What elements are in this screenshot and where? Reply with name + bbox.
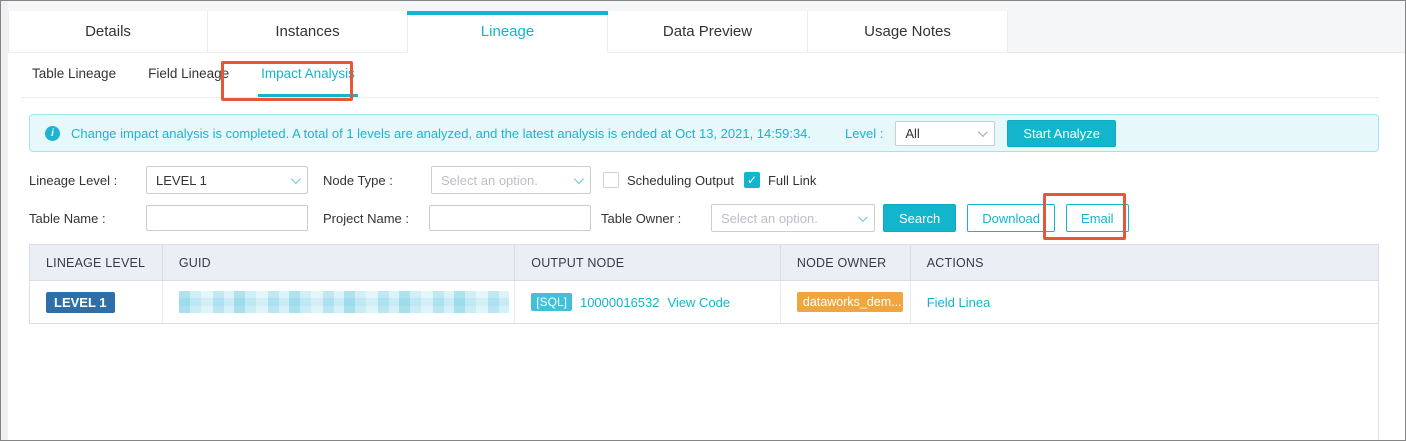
subtab-table-lineage[interactable]: Table Lineage	[29, 53, 119, 97]
full-link-checkbox[interactable]	[744, 172, 760, 188]
subtab-impact-analysis-label: Impact Analysis	[261, 66, 355, 81]
start-analyze-button[interactable]: Start Analyze	[1007, 120, 1116, 147]
scheduling-output-label: Scheduling Output	[627, 173, 734, 188]
cell-node-owner: dataworks_dem...	[780, 281, 910, 323]
cell-guid	[162, 281, 514, 323]
field-lineage-link[interactable]: Field Linea	[927, 295, 991, 310]
cell-output-node: [SQL] 10000016532 View Code	[514, 281, 780, 323]
table-owner-placeholder: Select an option.	[721, 211, 818, 226]
node-type-label: Node Type :	[323, 173, 416, 188]
column-header-node-owner: NODE OWNER	[780, 245, 910, 280]
sql-type-badge: [SQL]	[531, 293, 572, 311]
table-name-label: Table Name :	[29, 211, 146, 226]
chevron-down-icon	[574, 174, 584, 184]
subtab-field-lineage[interactable]: Field Lineage	[145, 53, 232, 97]
column-header-lineage-level: LINEAGE LEVEL	[30, 245, 162, 280]
info-icon: i	[45, 126, 60, 141]
tab-lineage[interactable]: Lineage	[408, 11, 608, 53]
analysis-status-banner: i Change impact analysis is completed. A…	[29, 114, 1379, 152]
tab-data-preview[interactable]: Data Preview	[608, 11, 808, 53]
node-owner-badge: dataworks_dem...	[797, 292, 903, 312]
top-tab-bar: Details Instances Lineage Data Preview U…	[8, 1, 1405, 53]
output-node-id: 10000016532	[580, 295, 660, 310]
cell-actions: Field Linea	[910, 281, 1378, 323]
lineage-level-value: LEVEL 1	[156, 173, 207, 188]
tab-usage-notes-label: Usage Notes	[864, 23, 951, 40]
tab-details-label: Details	[85, 23, 131, 40]
subtab-field-lineage-label: Field Lineage	[148, 66, 229, 81]
table-owner-select[interactable]: Select an option.	[711, 204, 875, 232]
lineage-subtab-bar: Table Lineage Field Lineage Impact Analy…	[21, 53, 1379, 98]
banner-message: Change impact analysis is completed. A t…	[71, 126, 811, 141]
full-link-label: Full Link	[768, 173, 816, 188]
lineage-impact-analysis-panel: Details Instances Lineage Data Preview U…	[0, 0, 1406, 441]
table-header-row: LINEAGE LEVEL GUID OUTPUT NODE NODE OWNE…	[30, 245, 1378, 281]
impact-analysis-table: LINEAGE LEVEL GUID OUTPUT NODE NODE OWNE…	[29, 244, 1379, 324]
tab-instances-label: Instances	[275, 23, 339, 40]
column-header-guid: GUID	[162, 245, 514, 280]
tab-lineage-label: Lineage	[481, 23, 534, 40]
filter-row-1: Lineage Level : LEVEL 1 Node Type : Sele…	[29, 163, 816, 197]
tab-details[interactable]: Details	[8, 11, 208, 53]
table-row: LEVEL 1 [SQL] 10000016532 View Code data…	[30, 281, 1378, 323]
download-button[interactable]: Download	[967, 204, 1055, 232]
chevron-down-icon	[858, 212, 868, 222]
left-gutter	[1, 1, 8, 440]
chevron-down-icon	[291, 174, 301, 184]
node-type-placeholder: Select an option.	[441, 173, 538, 188]
lineage-level-select[interactable]: LEVEL 1	[146, 166, 308, 194]
table-owner-label: Table Owner :	[601, 211, 701, 226]
project-name-label: Project Name :	[323, 211, 414, 226]
guid-redacted-blur	[179, 291, 509, 313]
column-header-actions: ACTIONS	[910, 245, 1378, 280]
tab-usage-notes[interactable]: Usage Notes	[808, 11, 1008, 53]
lineage-level-label: Lineage Level :	[29, 173, 146, 188]
filter-row-2: Table Name : Project Name : Table Owner …	[29, 201, 1129, 235]
project-name-input[interactable]	[429, 205, 591, 231]
table-right-edge-line	[1378, 322, 1379, 440]
level-select[interactable]: All	[895, 121, 995, 146]
column-header-output-node: OUTPUT NODE	[514, 245, 780, 280]
search-button[interactable]: Search	[883, 204, 956, 232]
tab-instances[interactable]: Instances	[208, 11, 408, 53]
node-type-select[interactable]: Select an option.	[431, 166, 591, 194]
level-label: Level :	[845, 126, 883, 141]
cell-lineage-level: LEVEL 1	[30, 281, 162, 323]
table-name-input[interactable]	[146, 205, 308, 231]
level-select-value: All	[905, 126, 919, 141]
tab-data-preview-label: Data Preview	[663, 23, 752, 40]
subtab-table-lineage-label: Table Lineage	[32, 66, 116, 81]
subtab-impact-analysis[interactable]: Impact Analysis	[258, 53, 358, 97]
view-code-link[interactable]: View Code	[668, 295, 731, 310]
scheduling-output-checkbox[interactable]	[603, 172, 619, 188]
level-badge: LEVEL 1	[46, 292, 115, 313]
tab-bar-filler	[1008, 11, 1405, 53]
email-button[interactable]: Email	[1066, 204, 1129, 232]
chevron-down-icon	[978, 127, 988, 137]
